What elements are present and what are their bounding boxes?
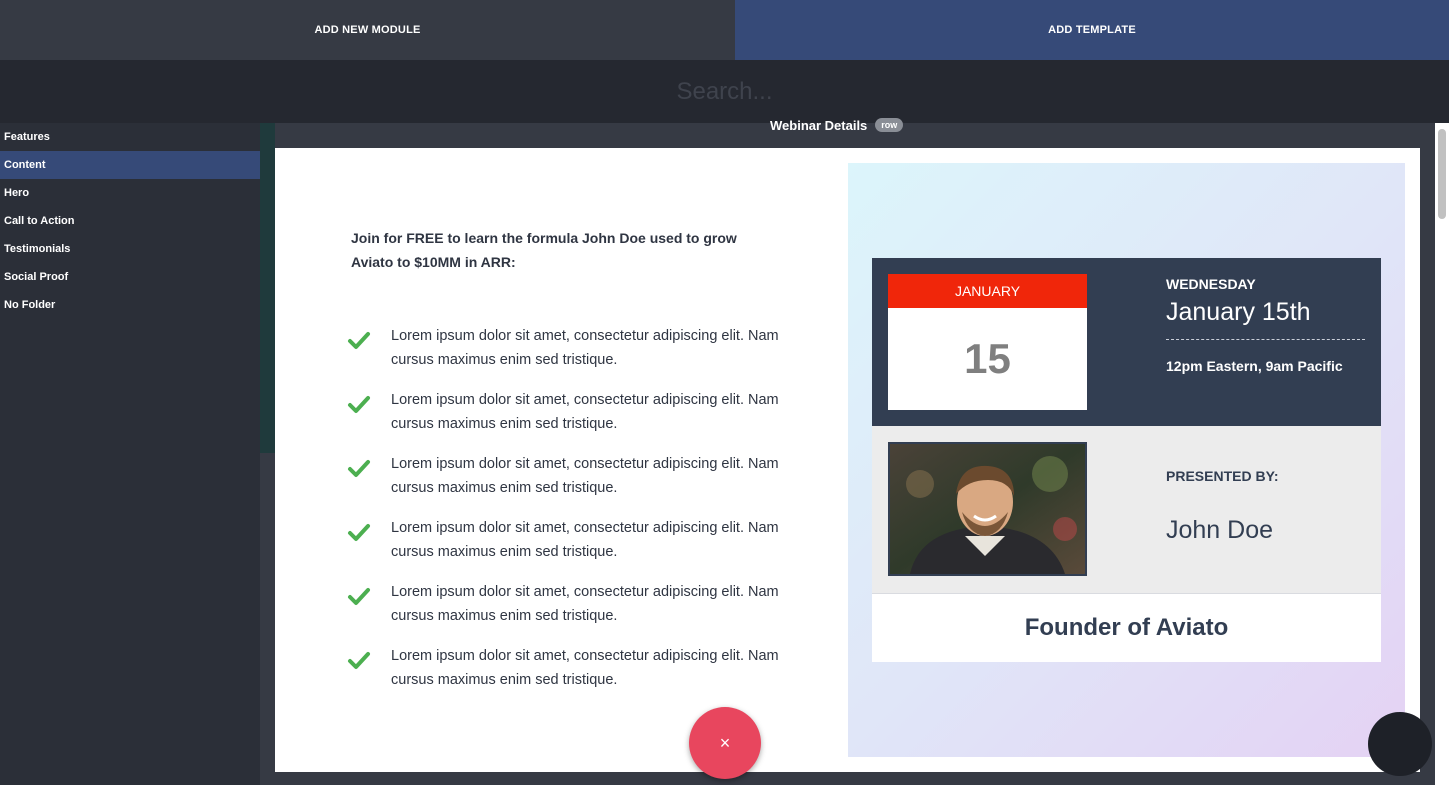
- sidebar-item-testimonials[interactable]: Testimonials: [0, 235, 260, 263]
- check-icon: [348, 332, 370, 349]
- row-title-text: Webinar Details: [770, 117, 868, 133]
- search-input[interactable]: [424, 71, 1025, 112]
- presenter-title: Founder of Aviato: [872, 593, 1381, 662]
- template-card[interactable]: Join for FREE to learn the formula John …: [275, 148, 1420, 772]
- close-button[interactable]: ×: [689, 707, 761, 779]
- tab-add-template[interactable]: ADD TEMPLATE: [735, 0, 1449, 60]
- presented-by-label: PRESENTED BY:: [1166, 468, 1279, 484]
- event-date-box: JANUARY 15 WEDNESDAY January 15th 12pm E…: [872, 258, 1381, 426]
- list-item: Lorem ipsum dolor sit amet, consectetur …: [347, 516, 787, 580]
- list-item: Lorem ipsum dolor sit amet, consectetur …: [347, 324, 787, 388]
- tab-add-new-module[interactable]: ADD NEW MODULE: [0, 0, 735, 60]
- list-item: Lorem ipsum dolor sit amet, consectetur …: [347, 452, 787, 516]
- list-item-text: Lorem ipsum dolor sit amet, consectetur …: [391, 392, 779, 432]
- check-icon: [348, 396, 370, 413]
- scrollbar-thumb[interactable]: [1438, 129, 1446, 219]
- presenter-photo-image: [890, 444, 1085, 574]
- event-info: WEDNESDAY January 15th 12pm Eastern, 9am…: [1166, 276, 1365, 374]
- folder-sidebar: Features Content Hero Call to Action Tes…: [0, 123, 260, 785]
- event-weekday: WEDNESDAY: [1166, 276, 1256, 292]
- presenter-name: John Doe: [1166, 516, 1274, 544]
- list-item: Lorem ipsum dolor sit amet, consectetur …: [347, 580, 787, 644]
- list-item-text: Lorem ipsum dolor sit amet, consectetur …: [391, 520, 779, 560]
- sidebar-item-content[interactable]: Content: [0, 151, 260, 179]
- list-item-text: Lorem ipsum dolor sit amet, consectetur …: [391, 456, 779, 496]
- sidebar-item-hero[interactable]: Hero: [0, 179, 260, 207]
- list-item-text: Lorem ipsum dolor sit amet, consectetur …: [391, 648, 779, 688]
- row-title: Webinar Details row: [770, 114, 904, 136]
- list-item-text: Lorem ipsum dolor sit amet, consectetur …: [391, 328, 779, 368]
- check-icon: [348, 524, 370, 541]
- event-date: January 15th: [1166, 298, 1365, 340]
- sidebar-item-call-to-action[interactable]: Call to Action: [0, 207, 260, 235]
- close-icon: ×: [719, 732, 731, 753]
- sidebar-item-social-proof[interactable]: Social Proof: [0, 263, 260, 291]
- presenter-photo: [888, 442, 1087, 576]
- calendar-day: 15: [964, 335, 1011, 382]
- scrollbar[interactable]: [1435, 123, 1449, 785]
- app-root: ADD NEW MODULE ADD TEMPLATE Features Con…: [0, 0, 1449, 785]
- chat-widget-button[interactable]: [1368, 712, 1432, 776]
- list-item: Lorem ipsum dolor sit amet, consectetur …: [347, 644, 787, 708]
- calendar-month: JANUARY: [888, 274, 1087, 308]
- sidebar-item-no-folder[interactable]: No Folder: [0, 291, 260, 319]
- row-type-badge: row: [875, 118, 904, 132]
- sidebar-item-features[interactable]: Features: [0, 123, 260, 151]
- list-item-text: Lorem ipsum dolor sit amet, consectetur …: [391, 584, 779, 624]
- webinar-details-panel: JANUARY 15 WEDNESDAY January 15th 12pm E…: [848, 163, 1405, 757]
- presenter-box: PRESENTED BY: John Doe: [872, 426, 1381, 593]
- top-tabs: ADD NEW MODULE ADD TEMPLATE: [0, 0, 1449, 60]
- preview-background-strip: [260, 123, 275, 453]
- list-item: Lorem ipsum dolor sit amet, consectetur …: [347, 388, 787, 452]
- calendar-icon: JANUARY 15: [888, 274, 1087, 410]
- search-bar: [0, 60, 1449, 123]
- check-icon: [348, 652, 370, 669]
- intro-text: Join for FREE to learn the formula John …: [351, 230, 737, 270]
- check-icon: [348, 588, 370, 605]
- event-time: 12pm Eastern, 9am Pacific: [1166, 358, 1343, 374]
- benefit-list: Lorem ipsum dolor sit amet, consectetur …: [347, 324, 787, 708]
- check-icon: [348, 460, 370, 477]
